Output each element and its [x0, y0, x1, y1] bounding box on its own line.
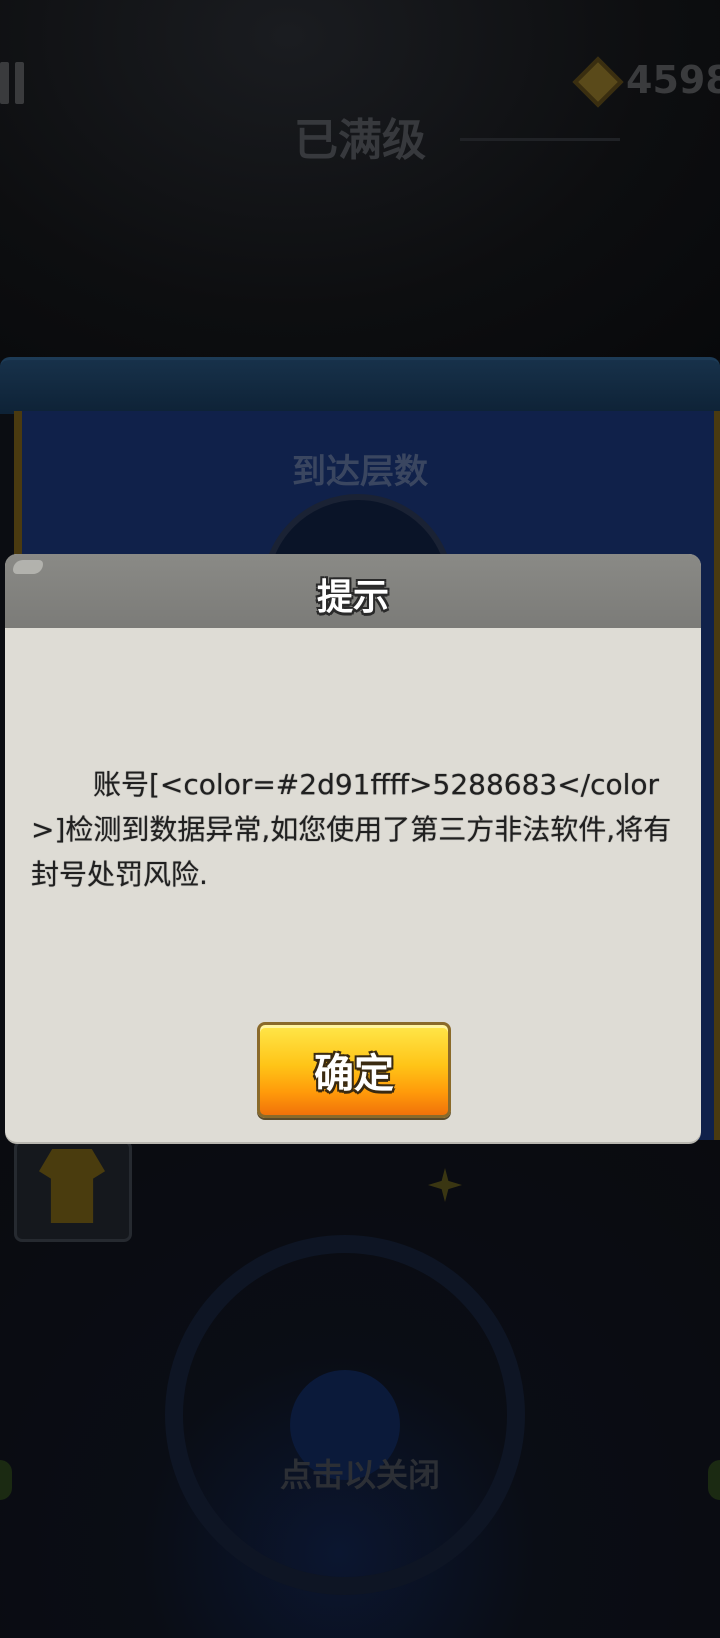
- dialog-header: 提示: [5, 554, 701, 628]
- gem-count: 4598: [626, 58, 720, 102]
- confirm-button[interactable]: 确定: [257, 1022, 451, 1118]
- side-indicator-left: [0, 1460, 12, 1500]
- alert-dialog: 提示 账号[<color=#2d91ffff>5288683</color>]检…: [5, 554, 701, 1142]
- dialog-message: 账号[<color=#2d91ffff>5288683</color>]检测到数…: [31, 768, 672, 891]
- level-status: 已满级: [294, 115, 426, 166]
- tap-to-close-hint[interactable]: 点击以关闭: [0, 1450, 720, 1496]
- armor-icon: [39, 1149, 105, 1223]
- item-slot[interactable]: [14, 1140, 132, 1242]
- divider: [460, 138, 620, 141]
- panel-banner: [0, 357, 720, 414]
- pause-icon[interactable]: [0, 62, 26, 104]
- side-indicator-right: [708, 1460, 720, 1500]
- background-top: [0, 0, 720, 360]
- reach-floor-label: 到达层数: [292, 452, 428, 492]
- confirm-button-label: 确定: [314, 1051, 394, 1097]
- dialog-title: 提示: [316, 577, 389, 618]
